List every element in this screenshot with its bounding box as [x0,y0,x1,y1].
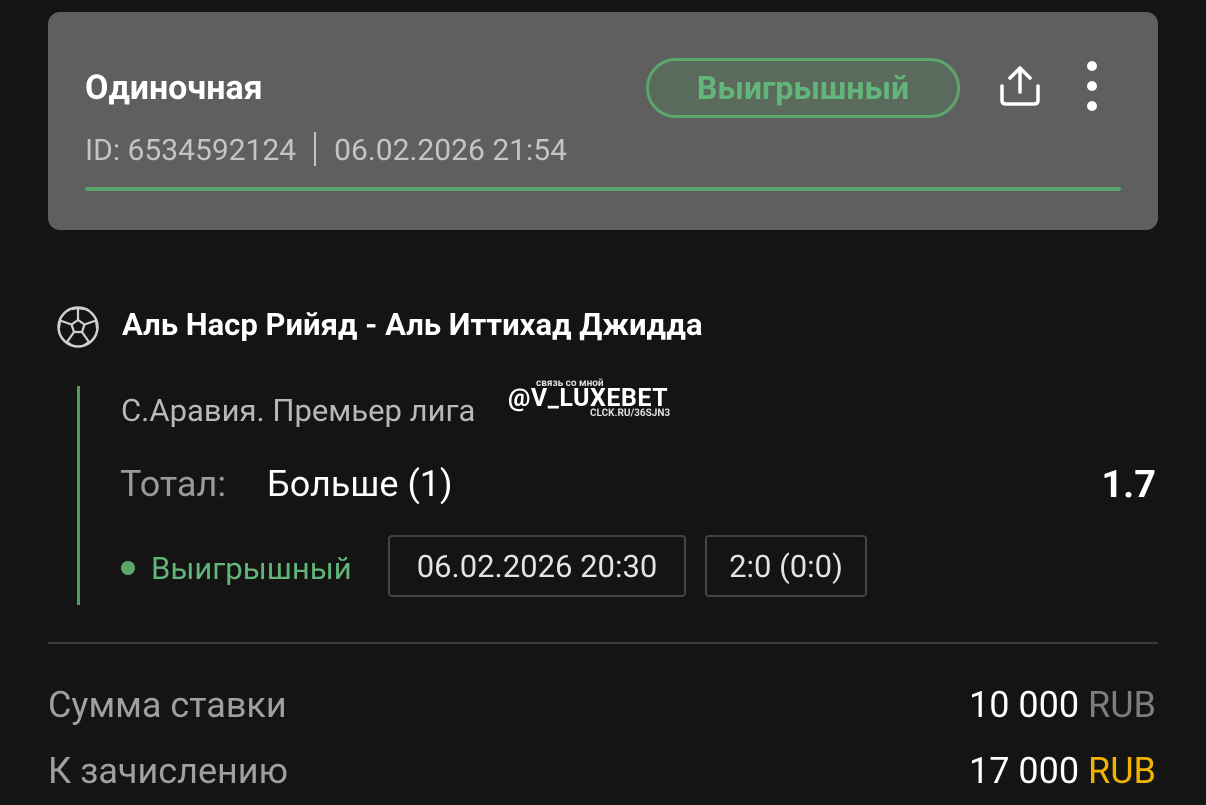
share-icon[interactable] [996,62,1044,110]
result-status-text: Выигрышный [151,550,352,587]
league-name: С.Аравия. Премьер лига [121,392,476,429]
stake-amount: 10 000 RUB [969,684,1156,726]
stake-label: Сумма ставки [48,684,287,726]
soccer-ball-icon [57,306,99,348]
selection-value: Больше (1) [267,463,453,505]
more-vertical-icon[interactable] [1080,60,1104,114]
meta-separator [314,132,317,166]
status-badge: Выигрышный [646,58,960,118]
bet-card-header: Одиночная ID: 6534592124 06.02.2026 21:54… [48,12,1158,230]
settlement-progress-fill [85,187,1121,191]
market-label: Тотал: [120,463,227,505]
watermark-link: CLCK.RU/36SJN3 [590,408,671,419]
payout-amount: 17 000 RUB [969,750,1156,792]
score-chip: 2:0 (0:0) [705,535,867,597]
match-title[interactable]: Аль Наср Рийяд - Аль Иттихад Джидда [122,306,703,343]
watermark-logo: связь со мной @V_LUXEBET CLCK.RU/36SJN3 [508,378,700,424]
payout-label: К зачислению [48,750,288,792]
payout-amount-value: 17 000 [969,750,1080,792]
stake-amount-value: 10 000 [969,684,1080,726]
event-datetime-chip: 06.02.2026 20:30 [388,535,686,597]
bet-datetime: 06.02.2026 21:54 [334,133,568,168]
stake-currency: RUB [1088,684,1156,726]
odds-value: 1.7 [1101,463,1156,507]
settlement-progress-bar [85,187,1121,191]
selection-status-bar [77,386,80,605]
bet-meta: ID: 6534592124 06.02.2026 21:54 [85,132,567,168]
bet-type-title: Одиночная [85,68,263,108]
section-divider [48,642,1158,644]
bet-id: ID: 6534592124 [85,133,297,168]
result-status-dot [121,561,135,575]
payout-currency: RUB [1088,750,1156,792]
